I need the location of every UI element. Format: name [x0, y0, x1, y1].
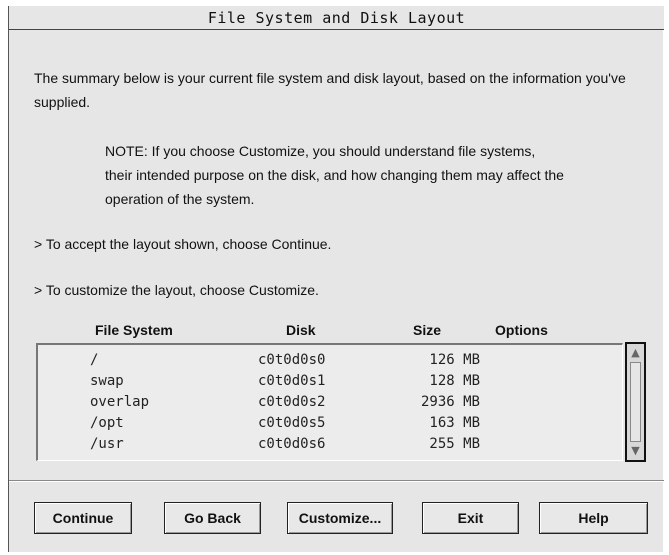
scroll-up-arrow-icon[interactable]: ▲	[629, 346, 642, 360]
note-text: NOTE: If you choose Customize, you shoul…	[105, 143, 564, 207]
list-row-root[interactable]: / c0t0d0s0 126 MB	[38, 351, 622, 371]
list-row-usr[interactable]: /usr c0t0d0s6 255 MB	[38, 435, 622, 455]
cell-disk: c0t0d0s6	[258, 436, 326, 452]
intro-text: The summary below is your current file s…	[34, 70, 626, 110]
list-row-overlap[interactable]: overlap c0t0d0s2 2936 MB	[38, 393, 622, 413]
list-row-swap[interactable]: swap c0t0d0s1 128 MB	[38, 372, 622, 392]
window-title: File System and Disk Layout	[207, 9, 466, 27]
cell-file-system: overlap	[90, 394, 150, 410]
exit-button[interactable]: Exit	[422, 502, 519, 534]
cell-disk: c0t0d0s1	[258, 373, 326, 389]
column-header-file-system: File System	[95, 322, 173, 338]
customize-button[interactable]: Customize...	[287, 502, 393, 534]
list-row-opt[interactable]: /opt c0t0d0s5 163 MB	[38, 414, 622, 434]
cell-size: 128 MB	[429, 373, 480, 389]
cell-file-system: /opt	[90, 415, 124, 431]
cell-disk: c0t0d0s0	[258, 352, 326, 368]
cell-file-system: /usr	[90, 436, 124, 452]
file-system-list[interactable]: / c0t0d0s0 126 MB swap c0t0d0s1 128 MB o…	[36, 343, 623, 461]
list-scrollbar[interactable]: ▲ ▼	[625, 342, 646, 462]
button-separator	[9, 480, 664, 482]
cell-size: 126 MB	[429, 352, 480, 368]
go-back-button[interactable]: Go Back	[164, 502, 261, 534]
cell-disk: c0t0d0s2	[258, 394, 326, 410]
cell-disk: c0t0d0s5	[258, 415, 326, 431]
accept-instruction: > To accept the layout shown, choose Con…	[34, 236, 332, 252]
continue-button[interactable]: Continue	[34, 502, 132, 534]
cell-file-system: /	[90, 352, 99, 368]
help-button[interactable]: Help	[539, 502, 648, 534]
title-bar: File System and Disk Layout	[9, 6, 664, 30]
file-system-layout-dialog: File System and Disk Layout The summary …	[8, 6, 664, 552]
cell-size: 255 MB	[429, 436, 480, 452]
scroll-thumb[interactable]	[630, 362, 641, 442]
cell-file-system: swap	[90, 373, 124, 389]
screen: File System and Disk Layout The summary …	[0, 0, 669, 555]
column-header-disk: Disk	[286, 322, 316, 338]
scroll-down-arrow-icon[interactable]: ▼	[629, 444, 642, 458]
cell-size: 163 MB	[429, 415, 480, 431]
customize-instruction: > To customize the layout, choose Custom…	[34, 282, 319, 298]
column-header-size: Size	[413, 322, 442, 338]
column-header-options: Options	[495, 322, 548, 338]
cell-size: 2936 MB	[420, 394, 480, 410]
